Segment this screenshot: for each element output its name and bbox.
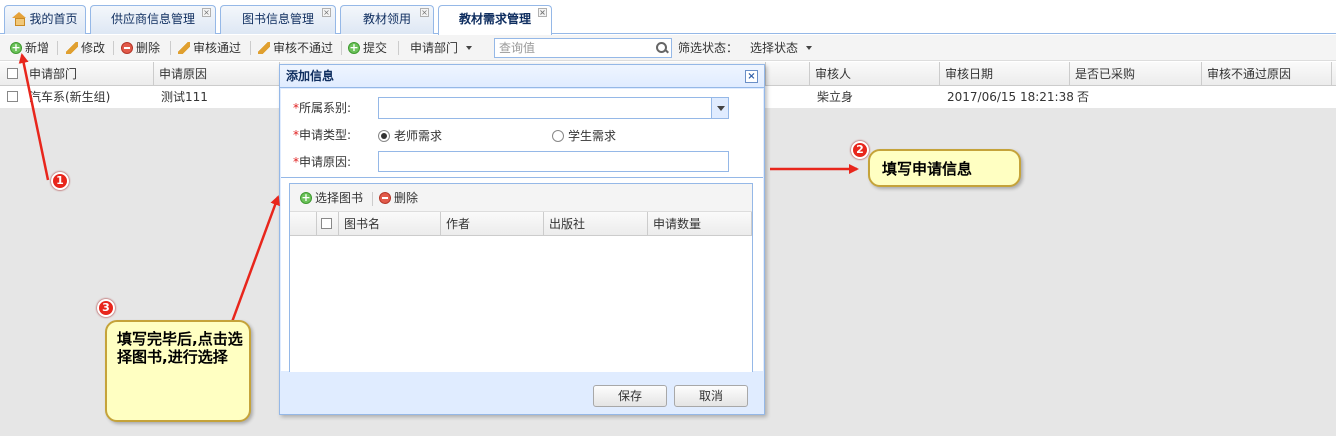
callout-text: 填写申请信息 xyxy=(882,160,973,178)
callout-select-books: 填写完毕后,点击选择图书,进行选择 xyxy=(105,320,251,422)
arrow-to-select-books xyxy=(230,195,280,323)
callout-fill-info: 填写申请信息 xyxy=(868,149,1021,187)
callout-text: 填写完毕后,点击选择图书,进行选择 xyxy=(117,330,243,366)
step-badge-3: 3 xyxy=(97,299,115,317)
arrow-to-add-button xyxy=(18,53,50,181)
step-badge-2: 2 xyxy=(851,141,869,159)
step-badge-1: 1 xyxy=(51,172,69,190)
